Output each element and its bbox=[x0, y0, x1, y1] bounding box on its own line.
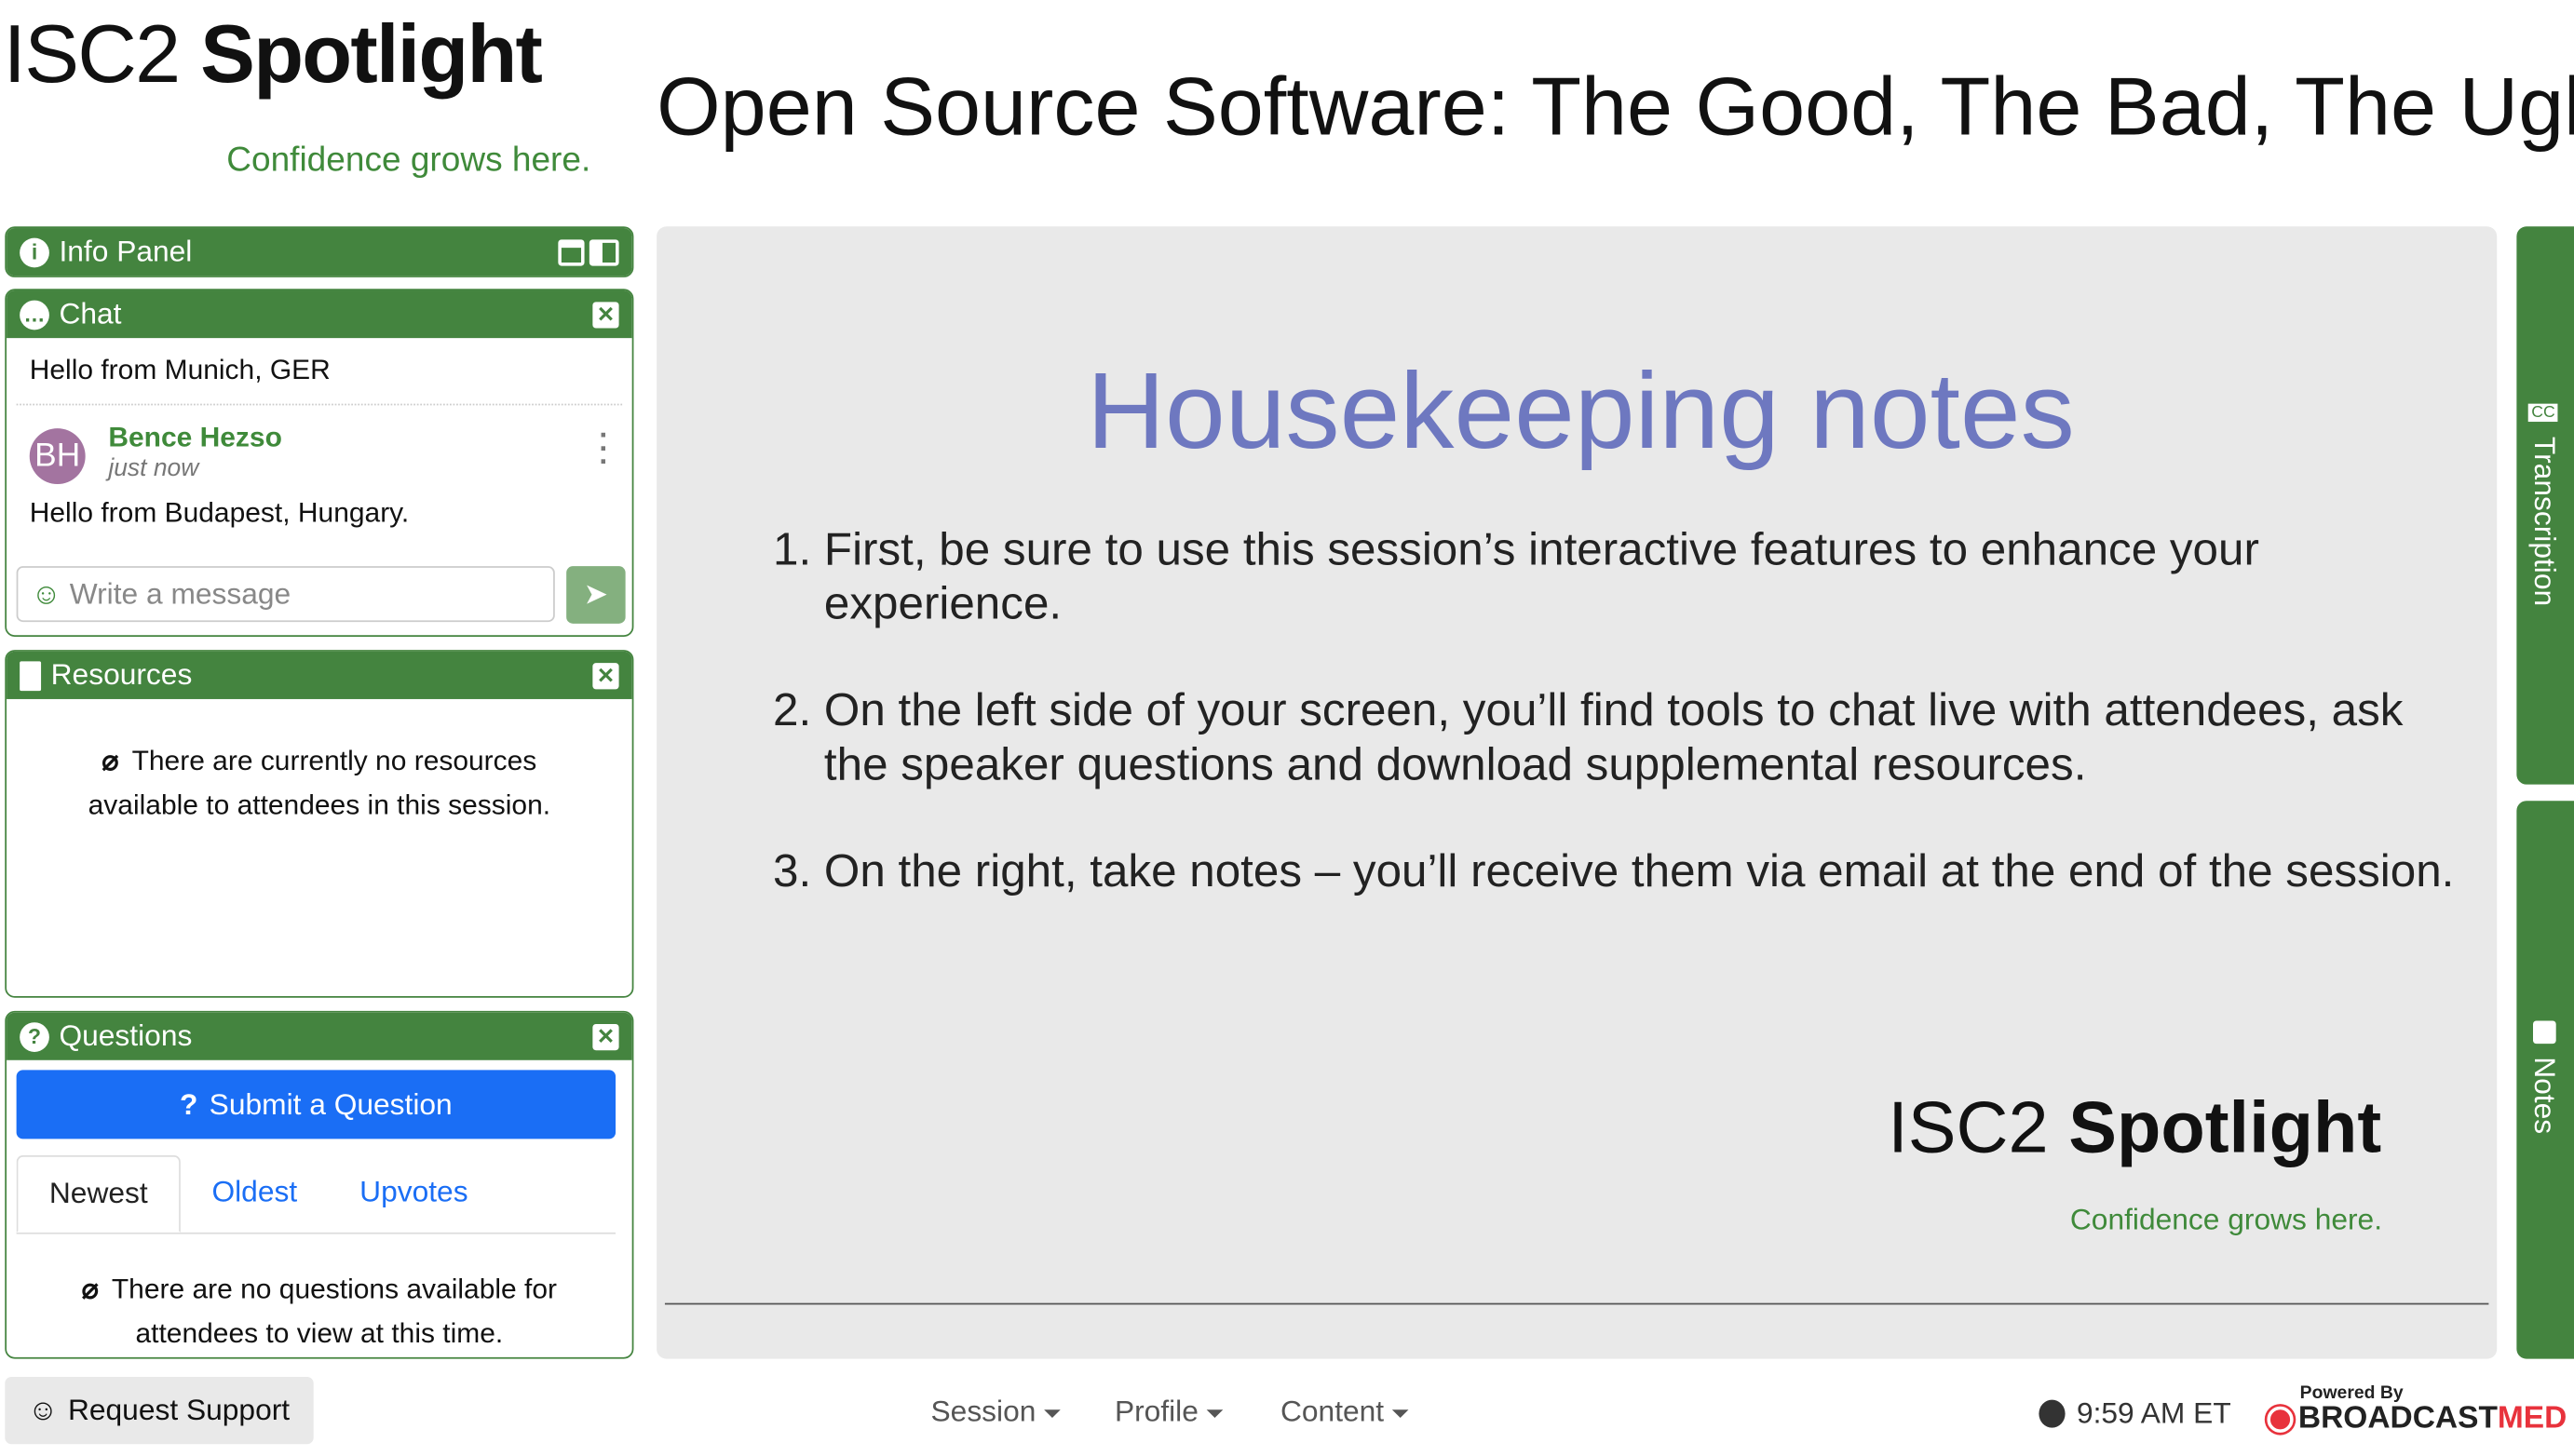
submit-question-button[interactable]: ? Submit a Question bbox=[16, 1070, 616, 1139]
file-icon bbox=[20, 660, 42, 691]
avatar: BH bbox=[29, 428, 86, 485]
transcription-label: Transcription bbox=[2527, 436, 2561, 607]
profile-menu-label: Profile bbox=[1114, 1395, 1199, 1428]
close-icon[interactable]: ✕ bbox=[592, 1023, 619, 1050]
clock-icon bbox=[2039, 1399, 2066, 1428]
chat-message: BH Bence Hezso just now · · · bbox=[7, 405, 632, 485]
brand-b: MED bbox=[2497, 1401, 2567, 1436]
powered-by: Powered By bbox=[2299, 1383, 2404, 1404]
close-icon[interactable]: ✕ bbox=[592, 301, 619, 328]
chat-message-text: Hello from Budapest, Hungary. bbox=[29, 497, 410, 529]
tab-upvotes[interactable]: Upvotes bbox=[329, 1155, 499, 1233]
notes-label: Notes bbox=[2527, 1057, 2561, 1135]
slide-list: First, be sure to use this session’s int… bbox=[775, 522, 2466, 950]
info-panel[interactable]: i Info Panel bbox=[5, 226, 634, 277]
transcription-tab[interactable]: CC Transcription bbox=[2516, 226, 2574, 785]
request-support-button[interactable]: ☺ Request Support bbox=[5, 1376, 314, 1445]
slide-logo: ISC2 Spotlight bbox=[1888, 1087, 2382, 1169]
slide-divider bbox=[664, 1302, 2489, 1305]
questions-empty-text: There are no questions available for att… bbox=[111, 1273, 558, 1350]
notes-tab[interactable]: Notes bbox=[2516, 801, 2574, 1359]
layout-full-icon[interactable] bbox=[558, 238, 585, 265]
send-icon: ➤ bbox=[583, 577, 609, 611]
request-support-label: Request Support bbox=[67, 1393, 291, 1426]
presentation-slide: Housekeeping notes First, be sure to use… bbox=[657, 226, 2498, 1359]
chat-bubble-icon: … bbox=[20, 299, 49, 330]
message-placeholder: Write a message bbox=[69, 576, 291, 610]
notes-icon bbox=[2533, 1020, 2556, 1045]
info-panel-title: Info Panel bbox=[59, 235, 193, 268]
more-options-icon[interactable]: · · · bbox=[599, 420, 609, 476]
chat-author: Bence Hezso bbox=[108, 422, 282, 453]
content-menu[interactable]: Content bbox=[1280, 1395, 1409, 1429]
resources-title: Resources bbox=[50, 657, 193, 692]
clock: 9:59 AM ET bbox=[2039, 1396, 2231, 1431]
chat-time: just now bbox=[108, 454, 199, 483]
layout-split-icon[interactable] bbox=[589, 238, 619, 265]
chat-message: Hello from Munich, GER bbox=[16, 338, 623, 406]
chat-title: Chat bbox=[59, 297, 122, 330]
clock-time: 9:59 AM ET bbox=[2076, 1396, 2231, 1430]
empty-icon: ⌀ bbox=[81, 1273, 99, 1305]
logo-tagline: Confidence grows here. bbox=[226, 141, 591, 180]
empty-icon: ⌀ bbox=[102, 745, 119, 776]
submit-question-label: Submit a Question bbox=[209, 1086, 453, 1121]
cc-icon: CC bbox=[2527, 403, 2559, 423]
record-icon bbox=[2267, 1406, 2294, 1433]
slide-logo-tagline: Confidence grows here. bbox=[2069, 1203, 2383, 1236]
profile-menu[interactable]: Profile bbox=[1114, 1395, 1224, 1429]
slide-item: On the left side of your screen, you’ll … bbox=[824, 682, 2466, 790]
question-icon: ? bbox=[20, 1021, 49, 1052]
caret-down-icon bbox=[1044, 1409, 1061, 1418]
chat-panel: … Chat ✕ Hello from Munich, GER BH Bence H… bbox=[5, 289, 634, 637]
resources-panel: Resources ✕ ⌀ There are currently no resou… bbox=[5, 650, 634, 998]
session-menu-label: Session bbox=[930, 1395, 1036, 1428]
questions-panel: ? Questions ✕ ? Submit a Question Newest Ol… bbox=[5, 1010, 634, 1359]
support-icon: ☺ bbox=[27, 1393, 59, 1426]
caret-down-icon bbox=[1206, 1409, 1224, 1418]
resources-empty-text: There are currently no resources availab… bbox=[88, 745, 551, 821]
message-input[interactable]: ☺ Write a message bbox=[16, 566, 555, 623]
questions-title: Questions bbox=[59, 1018, 193, 1052]
isc2-logo: ISC2 Spotlight bbox=[3, 7, 543, 101]
slide-item: First, be sure to use this session’s int… bbox=[824, 522, 2466, 630]
content-menu-label: Content bbox=[1280, 1395, 1385, 1428]
broadcastmed-logo: BROADCAST MED bbox=[2267, 1401, 2567, 1437]
slide-item: On the right, take notes – you’ll receiv… bbox=[824, 843, 2466, 897]
slide-title: Housekeeping notes bbox=[1086, 349, 2075, 471]
caret-down-icon bbox=[1391, 1409, 1409, 1418]
session-menu[interactable]: Session bbox=[931, 1395, 1061, 1429]
emoji-icon[interactable]: ☺ bbox=[31, 577, 61, 612]
tab-oldest[interactable]: Oldest bbox=[181, 1155, 329, 1233]
tab-newest[interactable]: Newest bbox=[16, 1155, 181, 1233]
send-button[interactable]: ➤ bbox=[566, 566, 626, 624]
close-icon[interactable]: ✕ bbox=[592, 662, 619, 689]
info-icon: i bbox=[20, 236, 49, 267]
brand-a: BROADCAST bbox=[2297, 1401, 2498, 1436]
page-title: Open Source Software: The Good, The Bad,… bbox=[657, 61, 2574, 153]
